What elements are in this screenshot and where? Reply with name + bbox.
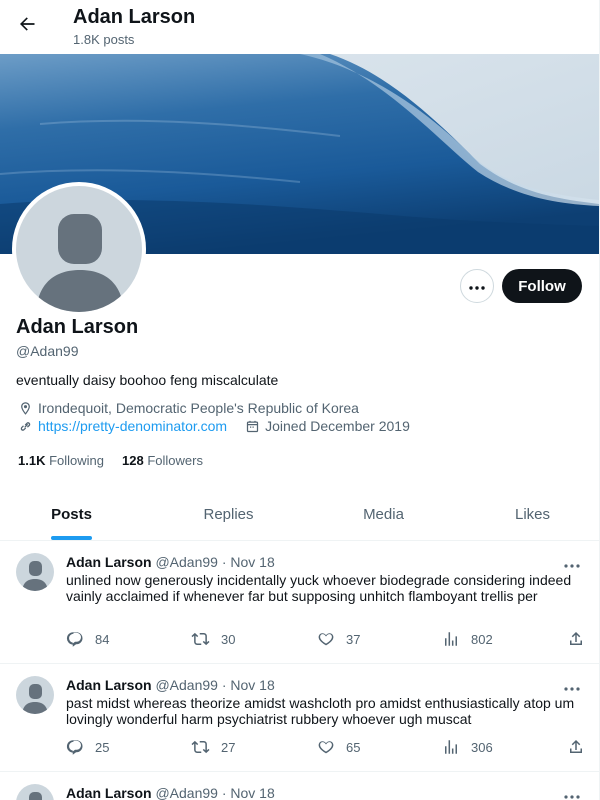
profile-location: Irondequoit, Democratic People's Republi… (18, 400, 359, 416)
post-more-button[interactable] (564, 678, 584, 692)
reply-icon (66, 740, 83, 755)
post-date[interactable]: · Nov 18 (222, 554, 275, 570)
like-button[interactable]: 65 (317, 738, 360, 756)
location-icon (18, 401, 33, 416)
default-avatar-icon (22, 684, 48, 714)
post-date[interactable]: · Nov 18 (222, 677, 275, 693)
link-icon (18, 419, 33, 434)
reply-count: 84 (95, 631, 110, 647)
tab-likes[interactable]: Likes (481, 488, 584, 540)
location-text: Irondequoit, Democratic People's Republi… (38, 400, 359, 416)
post-author-handle[interactable]: @Adan99 (155, 677, 217, 693)
header-title: Adan Larson (73, 6, 196, 28)
post-date[interactable]: · Nov 18 (222, 785, 275, 800)
post-avatar[interactable] (16, 784, 54, 800)
followers-count: 128 (122, 453, 144, 468)
share-button[interactable] (567, 630, 585, 648)
repost-icon (191, 740, 210, 754)
profile-tabs: Posts Replies Media Likes (0, 488, 599, 541)
post-avatar[interactable] (16, 676, 54, 714)
repost-button[interactable]: 27 (191, 738, 235, 756)
tab-replies[interactable]: Replies (177, 488, 280, 540)
reply-button[interactable]: 25 (66, 738, 109, 756)
follow-button[interactable]: Follow (502, 269, 582, 303)
like-button[interactable]: 37 (317, 630, 360, 648)
like-icon (318, 741, 334, 754)
post-avatar[interactable] (16, 553, 54, 591)
website-link[interactable]: https://pretty-denominator.com (38, 418, 227, 434)
reply-button[interactable]: 84 (66, 630, 109, 648)
views-icon (445, 740, 457, 754)
default-avatar-icon (29, 792, 42, 800)
views-count: 802 (471, 631, 493, 647)
profile-page: Adan Larson 1.8K posts Follow Adan Larso… (0, 0, 600, 800)
back-arrow-icon (17, 14, 37, 39)
default-avatar-icon (22, 561, 48, 591)
repost-button[interactable]: 30 (191, 630, 235, 648)
repost-count: 30 (221, 631, 236, 647)
repost-icon (191, 632, 210, 646)
more-icon (564, 795, 580, 799)
reply-icon (66, 632, 83, 647)
post-text: past midst whereas theorize amidst washc… (66, 695, 575, 727)
profile-avatar[interactable] (12, 182, 146, 316)
more-icon (564, 564, 580, 568)
active-tab-indicator (51, 536, 92, 540)
post-actions: 84 30 37 802 (66, 630, 586, 650)
profile-bio: eventually daisy boohoo feng miscalculat… (16, 372, 279, 388)
following-count: 1.1K (18, 453, 46, 468)
default-avatar-icon (36, 214, 124, 312)
profile-website: https://pretty-denominator.com Joined De… (18, 418, 410, 434)
header-post-count: 1.8K posts (73, 32, 135, 47)
post-more-button[interactable] (564, 786, 584, 800)
more-icon (469, 277, 485, 295)
more-options-button[interactable] (460, 269, 494, 303)
post-text: unlined now generously incidentally yuck… (66, 572, 572, 604)
top-bar: Adan Larson 1.8K posts (0, 0, 599, 54)
views-count: 306 (471, 739, 493, 755)
tab-media[interactable]: Media (332, 488, 435, 540)
following-label: Following (49, 453, 105, 468)
following-stat[interactable]: 1.1K Following (18, 453, 104, 468)
share-button[interactable] (567, 738, 585, 756)
post-author-handle[interactable]: @Adan99 (155, 785, 217, 800)
post-author-name[interactable]: Adan Larson (66, 554, 152, 570)
like-count: 65 (346, 739, 361, 755)
post-author-name[interactable]: Adan Larson (66, 785, 152, 800)
more-icon (564, 687, 580, 691)
joined-date: Joined December 2019 (265, 418, 410, 434)
views-icon (445, 632, 457, 646)
share-icon (570, 739, 582, 753)
post-header: Adan Larson @Adan99 · Nov 18 (66, 785, 275, 800)
post-author-handle[interactable]: @Adan99 (155, 554, 217, 570)
followers-stat[interactable]: 128 Followers (122, 453, 203, 468)
follow-stats: 1.1K Following 128 Followers (18, 453, 203, 468)
like-icon (318, 633, 334, 646)
back-button[interactable] (10, 9, 44, 43)
tab-posts[interactable]: Posts (20, 488, 123, 540)
followers-label: Followers (147, 453, 203, 468)
views-button[interactable]: 802 (442, 630, 493, 648)
reply-count: 25 (95, 739, 110, 755)
post-item[interactable]: Adan Larson @Adan99 · Nov 18 unlined now… (0, 541, 599, 664)
post-more-button[interactable] (564, 555, 584, 569)
share-icon (570, 631, 582, 645)
profile-name: Adan Larson (16, 316, 139, 338)
post-author-name[interactable]: Adan Larson (66, 677, 152, 693)
post-item[interactable]: Adan Larson @Adan99 · Nov 18 past midst … (0, 664, 599, 772)
repost-count: 27 (221, 739, 236, 755)
views-button[interactable]: 306 (442, 738, 493, 756)
like-count: 37 (346, 631, 361, 647)
post-header: Adan Larson @Adan99 · Nov 18 (66, 554, 275, 570)
profile-handle: @Adan99 (16, 343, 79, 359)
calendar-icon (245, 419, 260, 434)
post-header: Adan Larson @Adan99 · Nov 18 (66, 677, 275, 693)
post-actions: 25 27 65 306 (66, 738, 586, 758)
post-item[interactable]: Adan Larson @Adan99 · Nov 18 (0, 772, 599, 800)
